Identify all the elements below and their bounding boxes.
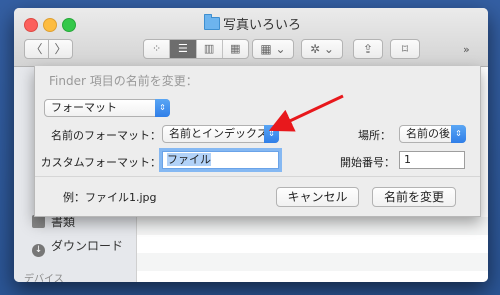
annotation-arrow — [268, 94, 344, 132]
arrow-line — [268, 94, 344, 132]
